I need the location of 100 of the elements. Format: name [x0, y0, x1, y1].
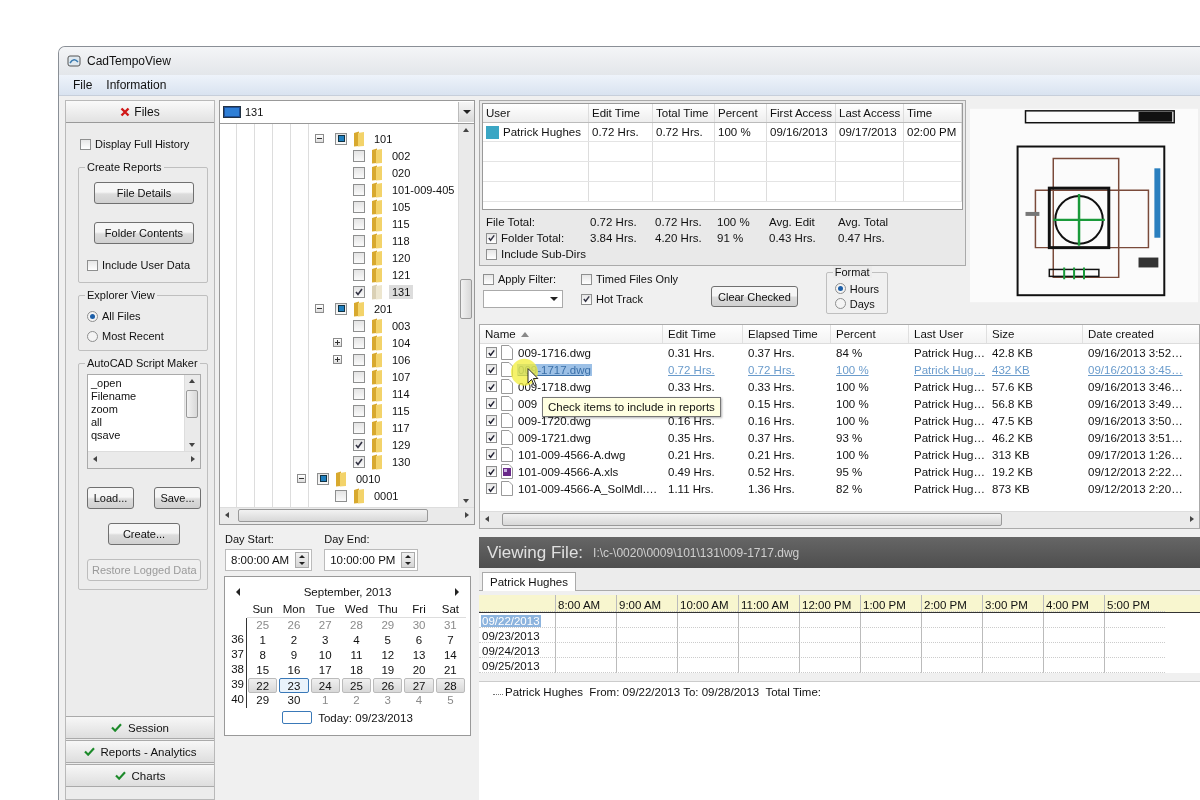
calendar-day[interactable]: 2: [340, 693, 373, 708]
column-header[interactable]: Name: [480, 325, 663, 343]
checkbox[interactable]: [353, 217, 365, 230]
checkbox[interactable]: [353, 387, 365, 400]
scrollbar[interactable]: [480, 511, 1199, 528]
schedule-cell[interactable]: [1104, 643, 1165, 658]
schedule-cell[interactable]: [860, 628, 921, 643]
schedule-cell[interactable]: [616, 613, 677, 628]
column-header[interactable]: Edit Time: [589, 104, 653, 122]
schedule-cell[interactable]: [677, 628, 738, 643]
section-tab[interactable]: Charts: [66, 764, 214, 787]
calendar-day[interactable]: 22: [248, 678, 278, 693]
calendar-day[interactable]: 17: [309, 663, 341, 678]
filter-dropdown[interactable]: [483, 290, 563, 308]
calendar-day[interactable]: 27: [309, 618, 341, 633]
file-name[interactable]: 009-1716.dwg: [517, 346, 592, 359]
user-tab[interactable]: Patrick Hughes: [482, 572, 576, 591]
checkbox[interactable]: [486, 398, 497, 409]
calendar-day[interactable]: 29: [247, 693, 279, 708]
schedule-cell[interactable]: [555, 658, 616, 673]
schedule-cell[interactable]: [555, 643, 616, 658]
radio-button[interactable]: [87, 330, 98, 342]
calendar-day[interactable]: 5: [434, 693, 466, 708]
folder-name[interactable]: 101: [371, 131, 396, 146]
calendar-day[interactable]: 14: [434, 648, 466, 663]
date-row-header[interactable]: 09/24/2013: [481, 645, 541, 657]
column-header[interactable]: Date created: [1083, 325, 1199, 343]
calendar-day[interactable]: 3: [309, 633, 341, 648]
file-name[interactable]: 009-1720.dwg: [517, 414, 592, 427]
calendar-day[interactable]: 1: [309, 693, 341, 708]
calendar-day[interactable]: 25: [247, 618, 279, 633]
schedule-cell[interactable]: [982, 628, 1043, 643]
checkbox[interactable]: [486, 248, 497, 260]
folder-name[interactable]: 115: [389, 403, 413, 418]
schedule-cell[interactable]: [860, 643, 921, 658]
checkbox[interactable]: [353, 285, 365, 298]
checkbox[interactable]: [80, 138, 91, 150]
calendar-day[interactable]: 12: [372, 648, 404, 663]
schedule-cell[interactable]: [555, 613, 616, 628]
checkbox[interactable]: [335, 132, 347, 145]
checkbox[interactable]: [353, 370, 365, 383]
checkbox[interactable]: [317, 472, 329, 485]
expander[interactable]: [315, 304, 324, 313]
folder-name[interactable]: 114: [389, 386, 413, 401]
calendar-day[interactable]: 27: [404, 678, 434, 693]
schedule-cell[interactable]: [738, 658, 799, 673]
calendar-day[interactable]: 26: [373, 678, 403, 693]
clear-checked-button[interactable]: Clear Checked: [711, 286, 798, 307]
folder-name[interactable]: 130: [389, 454, 414, 469]
column-header[interactable]: Edit Time: [663, 325, 743, 343]
checkbox[interactable]: [486, 347, 497, 358]
schedule-cell[interactable]: [1043, 613, 1104, 628]
schedule-cell[interactable]: [677, 658, 738, 673]
calendar-day[interactable]: 8: [247, 648, 279, 663]
folder-name[interactable]: 121: [389, 267, 414, 282]
scrollbar[interactable]: [220, 507, 474, 524]
today-link[interactable]: Today: 09/23/2013: [318, 711, 413, 724]
folder-name[interactable]: 101-009-405: [389, 182, 458, 197]
schedule-cell[interactable]: [1043, 628, 1104, 643]
checkbox[interactable]: [483, 273, 494, 285]
radio-button[interactable]: [834, 298, 846, 309]
checkbox[interactable]: [486, 364, 497, 375]
checkbox[interactable]: [353, 251, 365, 264]
checkbox[interactable]: [353, 149, 365, 162]
time-field[interactable]: 8:00:00 AM: [225, 549, 313, 571]
calendar-day[interactable]: 26: [278, 618, 310, 633]
date-row-header[interactable]: 09/23/2013: [481, 630, 541, 642]
section-tab[interactable]: Session: [66, 716, 214, 739]
calendar-day[interactable]: 24: [310, 678, 340, 693]
calendar-day[interactable]: 4: [340, 633, 373, 648]
schedule-cell[interactable]: [738, 613, 799, 628]
folder-name[interactable]: 0010: [353, 471, 384, 486]
file-name[interactable]: 009-1721.dwg: [517, 431, 592, 444]
column-header[interactable]: Time: [904, 104, 962, 122]
section-tab[interactable]: Reports - Analytics: [66, 740, 214, 763]
file-name[interactable]: 101-009-4566-A.xls: [517, 465, 620, 478]
schedule-cell[interactable]: [616, 628, 677, 643]
calendar-day[interactable]: 1: [247, 633, 279, 648]
time-field[interactable]: 10:00:00 PM: [324, 549, 419, 571]
checkbox[interactable]: [353, 404, 365, 417]
radio-button[interactable]: [834, 283, 846, 294]
schedule-cell[interactable]: [982, 658, 1043, 673]
folder-name[interactable]: 020: [389, 165, 414, 180]
checkbox[interactable]: [486, 449, 497, 460]
calendar-day[interactable]: 25: [341, 678, 372, 693]
checkbox[interactable]: [353, 421, 365, 434]
folder-name[interactable]: 003: [389, 318, 414, 333]
expander[interactable]: [333, 338, 342, 347]
schedule-cell[interactable]: [860, 613, 921, 628]
checkbox[interactable]: [353, 353, 365, 366]
checkbox[interactable]: [581, 273, 592, 285]
schedule-cell[interactable]: [555, 628, 616, 643]
calendar-day[interactable]: 30: [403, 618, 435, 633]
column-header[interactable]: Last User: [909, 325, 987, 343]
checkbox[interactable]: [486, 381, 497, 392]
folder-dropdown[interactable]: 131: [219, 100, 475, 124]
calendar-day[interactable]: 28: [340, 618, 373, 633]
checkbox[interactable]: [353, 336, 365, 349]
calendar-day[interactable]: 3: [372, 693, 404, 708]
report-button[interactable]: Folder Contents: [94, 222, 194, 244]
